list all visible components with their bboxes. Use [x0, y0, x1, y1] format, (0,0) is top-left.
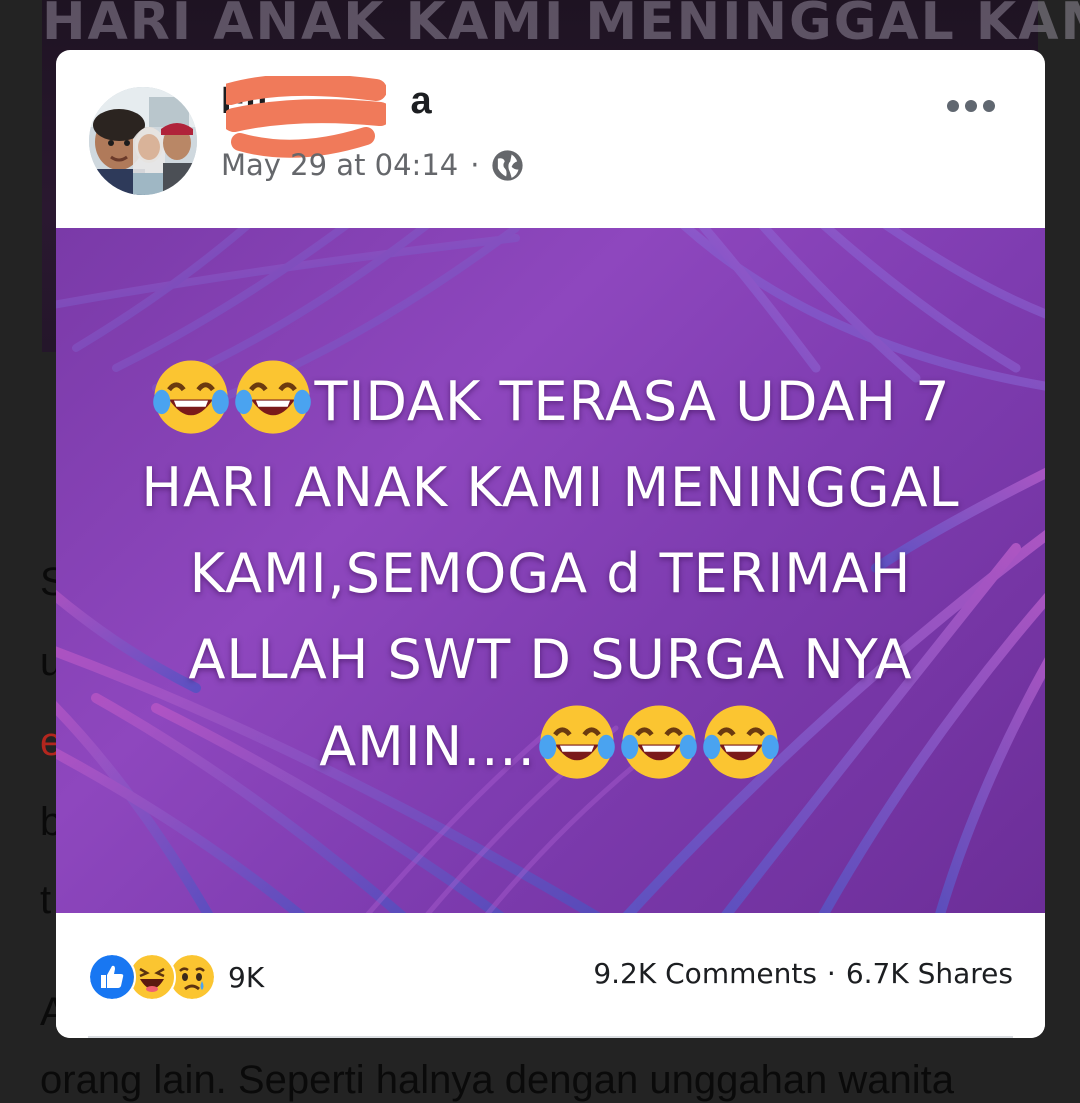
face-with-tears-of-joy-icon — [153, 360, 230, 434]
post-image[interactable]: TIDAK TERASA UDAH 7 HARI ANAK KAMI MENIN… — [56, 228, 1045, 913]
background-banner-text: HARI ANAK KAMI MENINGGAL KAMI SEMOGA d T… — [42, 0, 1080, 52]
meta-separator: · — [470, 148, 480, 182]
text-line-5: AMIN.... — [319, 715, 536, 778]
dot — [947, 100, 959, 112]
reaction-count: 9K — [228, 960, 265, 994]
text-line: AMIN.... — [96, 703, 1005, 790]
author-name-end: a — [410, 80, 433, 122]
dot — [965, 100, 977, 112]
post-meta: May 29 at 04:14 · — [221, 148, 524, 182]
face-with-tears-of-joy-icon — [235, 360, 312, 434]
author-avatar[interactable] — [89, 87, 197, 195]
face-with-tears-of-joy-icon — [538, 705, 615, 779]
post-footer: 9K 9.2K Comments · 6.7K Shares — [56, 913, 1045, 1038]
stats-separator: · — [826, 957, 836, 990]
background-article-line: orang lain. Seperti halnya dengan unggah… — [40, 1058, 955, 1102]
face-with-tears-of-joy-icon — [620, 705, 697, 779]
globe-icon[interactable] — [491, 149, 524, 182]
text-line-3: KAMI,SEMOGA d TERIMAH — [189, 542, 912, 605]
reaction-summary[interactable]: 9K — [88, 953, 264, 1001]
comments-count-link[interactable]: 9.2K Comments — [593, 957, 817, 990]
footer-divider — [88, 1036, 1013, 1038]
post-image-text: TIDAK TERASA UDAH 7 HARI ANAK KAMI MENIN… — [96, 358, 1005, 790]
text-line-4: ALLAH SWT D SURGA NYA — [188, 628, 913, 691]
text-line: TIDAK TERASA UDAH 7 — [96, 358, 1005, 445]
background-text-fragment: t — [40, 878, 52, 922]
shares-count-link[interactable]: 6.7K Shares — [846, 957, 1013, 990]
text-line-1: TIDAK TERASA UDAH 7 — [314, 370, 951, 433]
post-timestamp[interactable]: May 29 at 04:14 — [221, 148, 458, 182]
facebook-post-card: Fit a May 29 at 04:14 · TIDAK TERASA UDA… — [56, 50, 1045, 1038]
engagement-stats: 9.2K Comments · 6.7K Shares — [593, 957, 1013, 990]
more-options-icon[interactable] — [947, 98, 995, 114]
like-icon — [88, 953, 136, 1001]
face-with-tears-of-joy-icon — [702, 705, 779, 779]
dot — [983, 100, 995, 112]
text-line-2: HARI ANAK KAMI MENINGGAL — [141, 456, 960, 519]
